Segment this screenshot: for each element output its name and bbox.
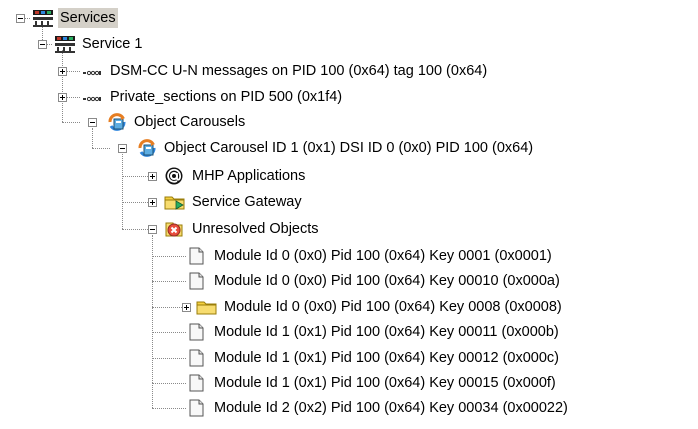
file-icon [186, 271, 206, 291]
dsmcc-messages-label: DSM-CC U-N messages on PID 100 (0x64) ta… [110, 63, 488, 79]
tree-node-object-carousels[interactable]: Object Carousels [106, 110, 247, 134]
file-icon [186, 246, 206, 266]
tree-view: Services Service 1 DSM-CC U-N messages o… [0, 0, 698, 429]
service-icon [54, 34, 75, 54]
private-sections-label: Private_sections on PID 500 (0x1f4) [110, 89, 343, 105]
module-label: Module Id 1 (0x1) Pid 100 (0x64) Key 000… [214, 324, 559, 340]
expand-toggle-module-folder[interactable] [182, 303, 191, 312]
file-icon [186, 398, 206, 418]
carousel-icon [136, 138, 156, 158]
tree-node-services[interactable]: Services [32, 6, 118, 30]
tree-node-module[interactable]: Module Id 1 (0x1) Pid 100 (0x64) Key 000… [186, 346, 561, 370]
unresolved-objects-label: Unresolved Objects [192, 221, 319, 237]
tree-node-module[interactable]: Module Id 0 (0x0) Pid 100 (0x64) Key 000… [186, 244, 554, 268]
error-icon [164, 219, 184, 239]
module-label: Module Id 0 (0x0) Pid 100 (0x64) Key 000… [224, 299, 562, 315]
expand-toggle-service-gateway[interactable] [148, 198, 157, 207]
module-label: Module Id 0 (0x0) Pid 100 (0x64) Key 000… [214, 273, 560, 289]
carousel-icon [106, 112, 126, 132]
tree-node-service-1[interactable]: Service 1 [54, 32, 144, 56]
expand-toggle-dsmcc[interactable] [58, 67, 67, 76]
folder-arrow-icon [164, 192, 185, 212]
services-label: Services [58, 8, 118, 28]
tree-node-module[interactable]: Module Id 2 (0x2) Pid 100 (0x64) Key 000… [186, 396, 570, 420]
file-icon [186, 322, 206, 342]
collapse-toggle-unresolved-objects[interactable] [148, 225, 157, 234]
expand-toggle-private-sections[interactable] [58, 93, 67, 102]
stream-icon [82, 87, 102, 107]
tree-node-module[interactable]: Module Id 1 (0x1) Pid 100 (0x64) Key 000… [186, 320, 561, 344]
tree-node-module-folder[interactable]: Module Id 0 (0x0) Pid 100 (0x64) Key 000… [196, 295, 564, 319]
tree-node-mhp-applications[interactable]: MHP Applications [164, 164, 307, 188]
services-icon [32, 8, 53, 28]
tree-node-object-carousel-1[interactable]: Object Carousel ID 1 (0x1) DSI ID 0 (0x0… [136, 136, 535, 160]
folder-icon [196, 297, 217, 317]
mhp-applications-label: MHP Applications [192, 168, 306, 184]
tree-node-dsmcc-messages[interactable]: DSM-CC U-N messages on PID 100 (0x64) ta… [82, 59, 489, 83]
tree-node-private-sections[interactable]: Private_sections on PID 500 (0x1f4) [82, 85, 344, 109]
module-label: Module Id 1 (0x1) Pid 100 (0x64) Key 000… [214, 350, 559, 366]
stream-icon [82, 61, 102, 81]
collapse-toggle-object-carousel-1[interactable] [118, 144, 127, 153]
module-label: Module Id 1 (0x1) Pid 100 (0x64) Key 000… [214, 375, 556, 391]
collapse-toggle-services[interactable] [16, 14, 25, 23]
collapse-toggle-service-1[interactable] [38, 40, 47, 49]
collapse-toggle-object-carousels[interactable] [88, 118, 97, 127]
service-label: Service 1 [82, 36, 143, 52]
tree-node-service-gateway[interactable]: Service Gateway [164, 190, 304, 214]
service-gateway-label: Service Gateway [192, 194, 302, 210]
object-carousel-1-label: Object Carousel ID 1 (0x1) DSI ID 0 (0x0… [164, 140, 534, 156]
module-label: Module Id 0 (0x0) Pid 100 (0x64) Key 000… [214, 248, 552, 264]
expand-toggle-mhp-applications[interactable] [148, 172, 157, 181]
module-label: Module Id 2 (0x2) Pid 100 (0x64) Key 000… [214, 400, 568, 416]
file-icon [186, 348, 206, 368]
file-icon [186, 373, 206, 393]
tree-node-module[interactable]: Module Id 0 (0x0) Pid 100 (0x64) Key 000… [186, 269, 562, 293]
mhp-at-icon [164, 166, 184, 186]
object-carousels-label: Object Carousels [134, 114, 246, 130]
tree-node-unresolved-objects[interactable]: Unresolved Objects [164, 217, 321, 241]
tree-node-module[interactable]: Module Id 1 (0x1) Pid 100 (0x64) Key 000… [186, 371, 558, 395]
